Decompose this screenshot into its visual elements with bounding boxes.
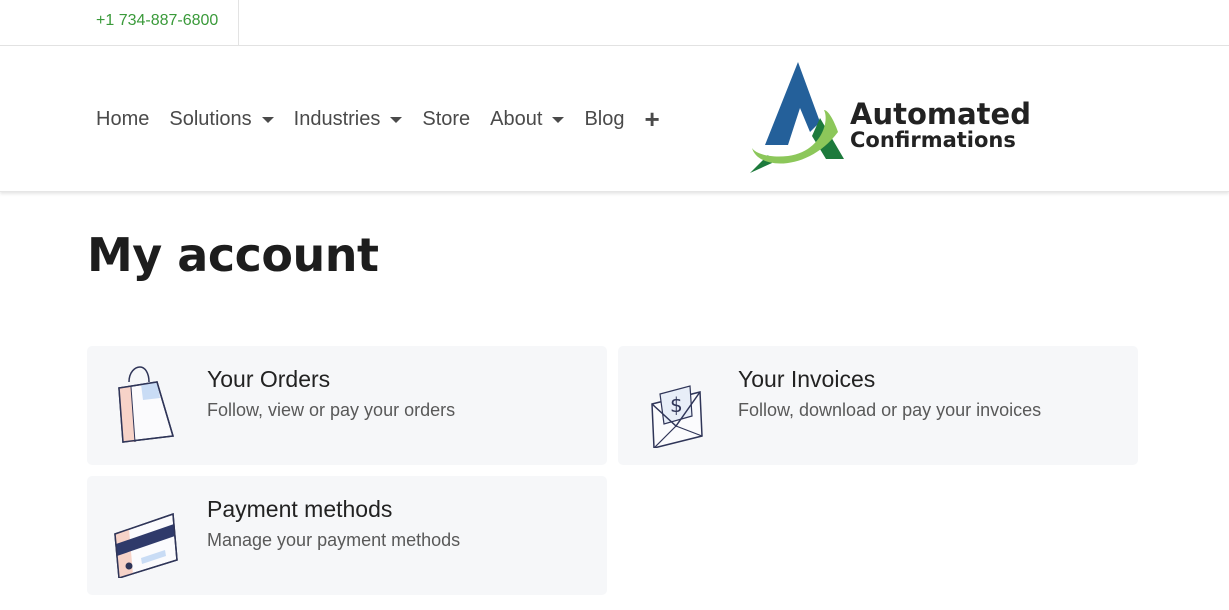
page-title: My account — [87, 228, 379, 282]
nav-item-blog[interactable]: Blog — [584, 108, 624, 131]
nav-item-industries[interactable]: Industries — [294, 108, 403, 131]
plus-icon[interactable]: + — [644, 106, 659, 132]
card-your-orders[interactable]: Your Orders Follow, view or pay your ord… — [87, 346, 607, 465]
card-description: Follow, view or pay your orders — [207, 400, 456, 420]
card-description: Manage your payment methods — [207, 530, 461, 550]
caret-down-icon — [552, 117, 565, 123]
caret-down-icon — [390, 117, 403, 123]
shopping-bag-icon — [111, 364, 181, 448]
nav-item-label: Store — [422, 107, 471, 130]
top-bar: +1 734-887-6800 — [0, 0, 1229, 46]
logo-line1: Automated — [850, 97, 1031, 131]
nav-item-label: Blog — [584, 107, 625, 130]
card-payment-methods[interactable]: Payment methods Manage your payment meth… — [87, 476, 607, 595]
card-your-invoices[interactable]: $ Your Invoices Follow, download or pay … — [618, 346, 1138, 465]
nav-item-label: Industries — [293, 107, 381, 130]
invoice-envelope-icon: $ — [642, 364, 712, 449]
nav-item-home[interactable]: Home — [96, 108, 149, 131]
card-title: Your Orders — [207, 366, 331, 392]
nav-item-label: About — [490, 107, 543, 130]
logo-line2: Confirmations — [850, 128, 1016, 152]
nav-item-label: Home — [96, 107, 150, 130]
nav-item-label: Solutions — [169, 107, 252, 130]
main-navbar: Home Solutions Industries Store About Bl… — [0, 46, 1229, 192]
logo-mark-icon — [750, 62, 844, 173]
card-title: Payment methods — [207, 496, 393, 522]
top-bar-divider — [238, 0, 239, 45]
card-title: Your Invoices — [738, 366, 876, 392]
svg-text:$: $ — [670, 393, 683, 417]
card-description: Follow, download or pay your invoices — [738, 400, 1042, 420]
nav-item-store[interactable]: Store — [422, 108, 470, 131]
phone-link[interactable]: +1 734-887-6800 — [96, 12, 218, 30]
credit-card-icon — [111, 494, 181, 579]
logo-text: Automated Confirmations — [850, 100, 1031, 151]
nav-item-about[interactable]: About — [490, 107, 565, 131]
main-nav: Home Solutions Industries Store About Bl… — [96, 106, 660, 132]
nav-item-solutions[interactable]: Solutions — [169, 107, 274, 131]
brand-logo[interactable]: Automated Confirmations — [748, 60, 1048, 178]
caret-down-icon — [261, 117, 274, 123]
